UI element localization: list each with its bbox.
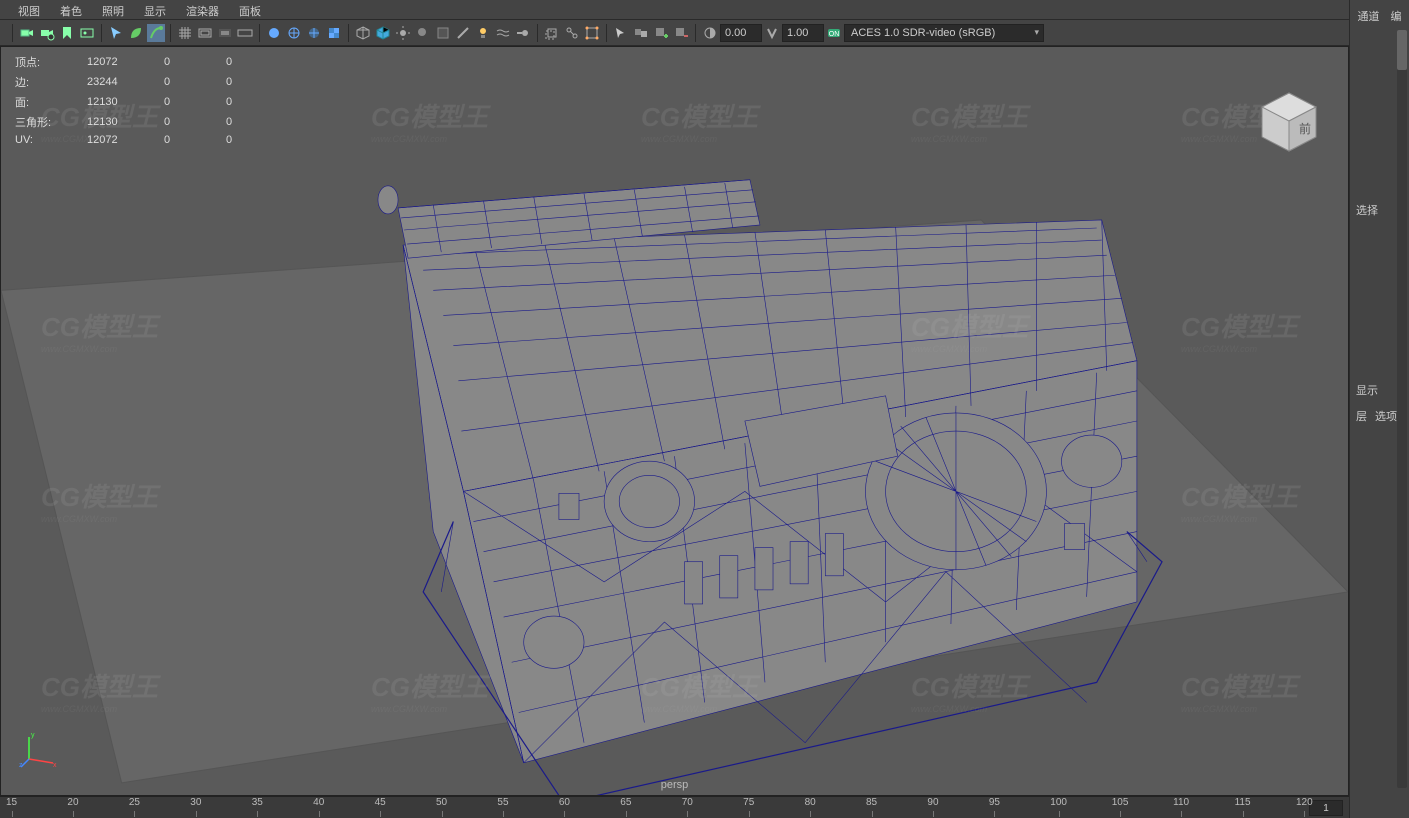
svg-text:前: 前: [1299, 121, 1311, 136]
separator: [101, 24, 102, 42]
exposure-value[interactable]: 0.00: [720, 24, 762, 42]
ruler-tick: 110: [1173, 797, 1189, 808]
film-gate-icon[interactable]: [196, 24, 214, 42]
leaf-icon[interactable]: [127, 24, 145, 42]
separator: [606, 24, 607, 42]
separator: [12, 24, 13, 42]
arrow-select-icon[interactable]: [107, 24, 125, 42]
scrollbar-vertical[interactable]: [1397, 30, 1407, 788]
ruler-tick: 35: [252, 797, 263, 808]
ruler-tick: 95: [989, 797, 1000, 808]
isolate-pointer-icon[interactable]: [612, 24, 630, 42]
svg-text:y: y: [31, 732, 35, 739]
wireframe-icon[interactable]: [285, 24, 303, 42]
motion-blur-icon[interactable]: [514, 24, 532, 42]
ruler-tick: 60: [559, 797, 570, 808]
svg-text:x: x: [53, 762, 57, 769]
main-area: 视图 着色 照明 显示 渲染器 面板: [0, 0, 1349, 818]
menu-shading[interactable]: 着色: [50, 0, 92, 19]
grid-icon[interactable]: [176, 24, 194, 42]
fog-icon[interactable]: [494, 24, 512, 42]
ruler-tick: 75: [743, 797, 754, 808]
ruler-tick: 40: [313, 797, 324, 808]
camera-select-icon[interactable]: [18, 24, 36, 42]
ruler-tick: 20: [67, 797, 78, 808]
xray-component-icon[interactable]: [583, 24, 601, 42]
ruler-tick: 55: [497, 797, 508, 808]
menu-lighting[interactable]: 照明: [92, 0, 134, 19]
lighting-icon[interactable]: [394, 24, 412, 42]
right-sidebar: 通道 编 选择 显示 层 选项: [1349, 0, 1409, 818]
ruler-tick: 85: [866, 797, 877, 808]
textured-icon[interactable]: [325, 24, 343, 42]
ruler-tick: 115: [1235, 797, 1251, 808]
viewport-toolbar: 0.00 1.00 ON ACES 1.0 SDR-video (sRGB): [0, 20, 1349, 46]
image-plane-icon[interactable]: [78, 24, 96, 42]
time-ruler[interactable]: 1 15 20 25 30 35 40 45 50 55 60 65 70 75 80 85 90 95 100 1…: [0, 796, 1349, 818]
light-shape-icon[interactable]: [474, 24, 492, 42]
curve-brush-icon[interactable]: [147, 24, 165, 42]
poly-stats-hud: 顶点:1207200 边:2324400 面:1213000 三角形:12130…: [13, 51, 268, 149]
isolate-group-icon[interactable]: [632, 24, 650, 42]
view-cube[interactable]: 前: [1254, 87, 1324, 157]
viewport-menubar: 视图 着色 照明 显示 渲染器 面板: [0, 0, 1349, 20]
separator: [259, 24, 260, 42]
layers-tab[interactable]: 层: [1356, 408, 1367, 424]
ruler-tick: 105: [1112, 797, 1129, 808]
isolate-remove-icon[interactable]: [672, 24, 690, 42]
svg-text:z: z: [19, 762, 23, 769]
menu-view[interactable]: 视图: [8, 0, 50, 19]
iso-cube-icon[interactable]: [354, 24, 372, 42]
ruler-tick: 90: [927, 797, 938, 808]
resolution-gate-icon[interactable]: [236, 24, 254, 42]
ruler-tick: 80: [805, 797, 816, 808]
tab-edit[interactable]: 编: [1391, 8, 1402, 24]
ruler-tick: 15: [6, 797, 17, 808]
xray-icon[interactable]: [543, 24, 561, 42]
ao-icon[interactable]: [434, 24, 452, 42]
ruler-tick: 100: [1050, 797, 1067, 808]
viewport[interactable]: 顶点:1207200 边:2324400 面:1213000 三角形:12130…: [0, 46, 1349, 796]
tab-channels[interactable]: 通道: [1358, 8, 1380, 24]
shade-selected-icon[interactable]: [265, 24, 283, 42]
bookmark-icon[interactable]: [58, 24, 76, 42]
gamma-icon[interactable]: [763, 24, 781, 42]
viewport-3d-scene: [1, 47, 1348, 795]
isolate-add-icon[interactable]: [652, 24, 670, 42]
xray-joint-icon[interactable]: [563, 24, 581, 42]
colorspace-dropdown[interactable]: ACES 1.0 SDR-video (sRGB): [844, 24, 1044, 42]
shade-wireframe-icon[interactable]: [305, 24, 323, 42]
separator: [170, 24, 171, 42]
options-tab[interactable]: 选项: [1375, 408, 1397, 424]
menu-display[interactable]: 显示: [134, 0, 176, 19]
ruler-tick: 50: [436, 797, 447, 808]
gate-mask-icon[interactable]: [216, 24, 234, 42]
exposure-icon[interactable]: [701, 24, 719, 42]
color-management-toggle-icon[interactable]: ON: [825, 24, 843, 42]
iso-shaded-icon[interactable]: [374, 24, 392, 42]
gamma-value[interactable]: 1.00: [782, 24, 824, 42]
anti-alias-icon[interactable]: [454, 24, 472, 42]
ruler-tick: 70: [682, 797, 693, 808]
current-frame-field[interactable]: 1: [1309, 800, 1343, 816]
ruler-tick: 45: [375, 797, 386, 808]
ruler-tick: 25: [129, 797, 140, 808]
separator: [348, 24, 349, 42]
axis-gizmo[interactable]: y x z: [19, 729, 59, 769]
separator: [695, 24, 696, 42]
menu-renderer[interactable]: 渲染器: [176, 0, 229, 19]
ruler-tick: 65: [620, 797, 631, 808]
svg-text:ON: ON: [829, 31, 840, 38]
camera-label: persp: [661, 779, 689, 791]
separator: [537, 24, 538, 42]
camera-lock-icon[interactable]: [38, 24, 56, 42]
menu-panels[interactable]: 面板: [229, 0, 271, 19]
ruler-tick: 120: [1296, 797, 1313, 808]
shadows-icon[interactable]: [414, 24, 432, 42]
ruler-tick: 30: [190, 797, 201, 808]
